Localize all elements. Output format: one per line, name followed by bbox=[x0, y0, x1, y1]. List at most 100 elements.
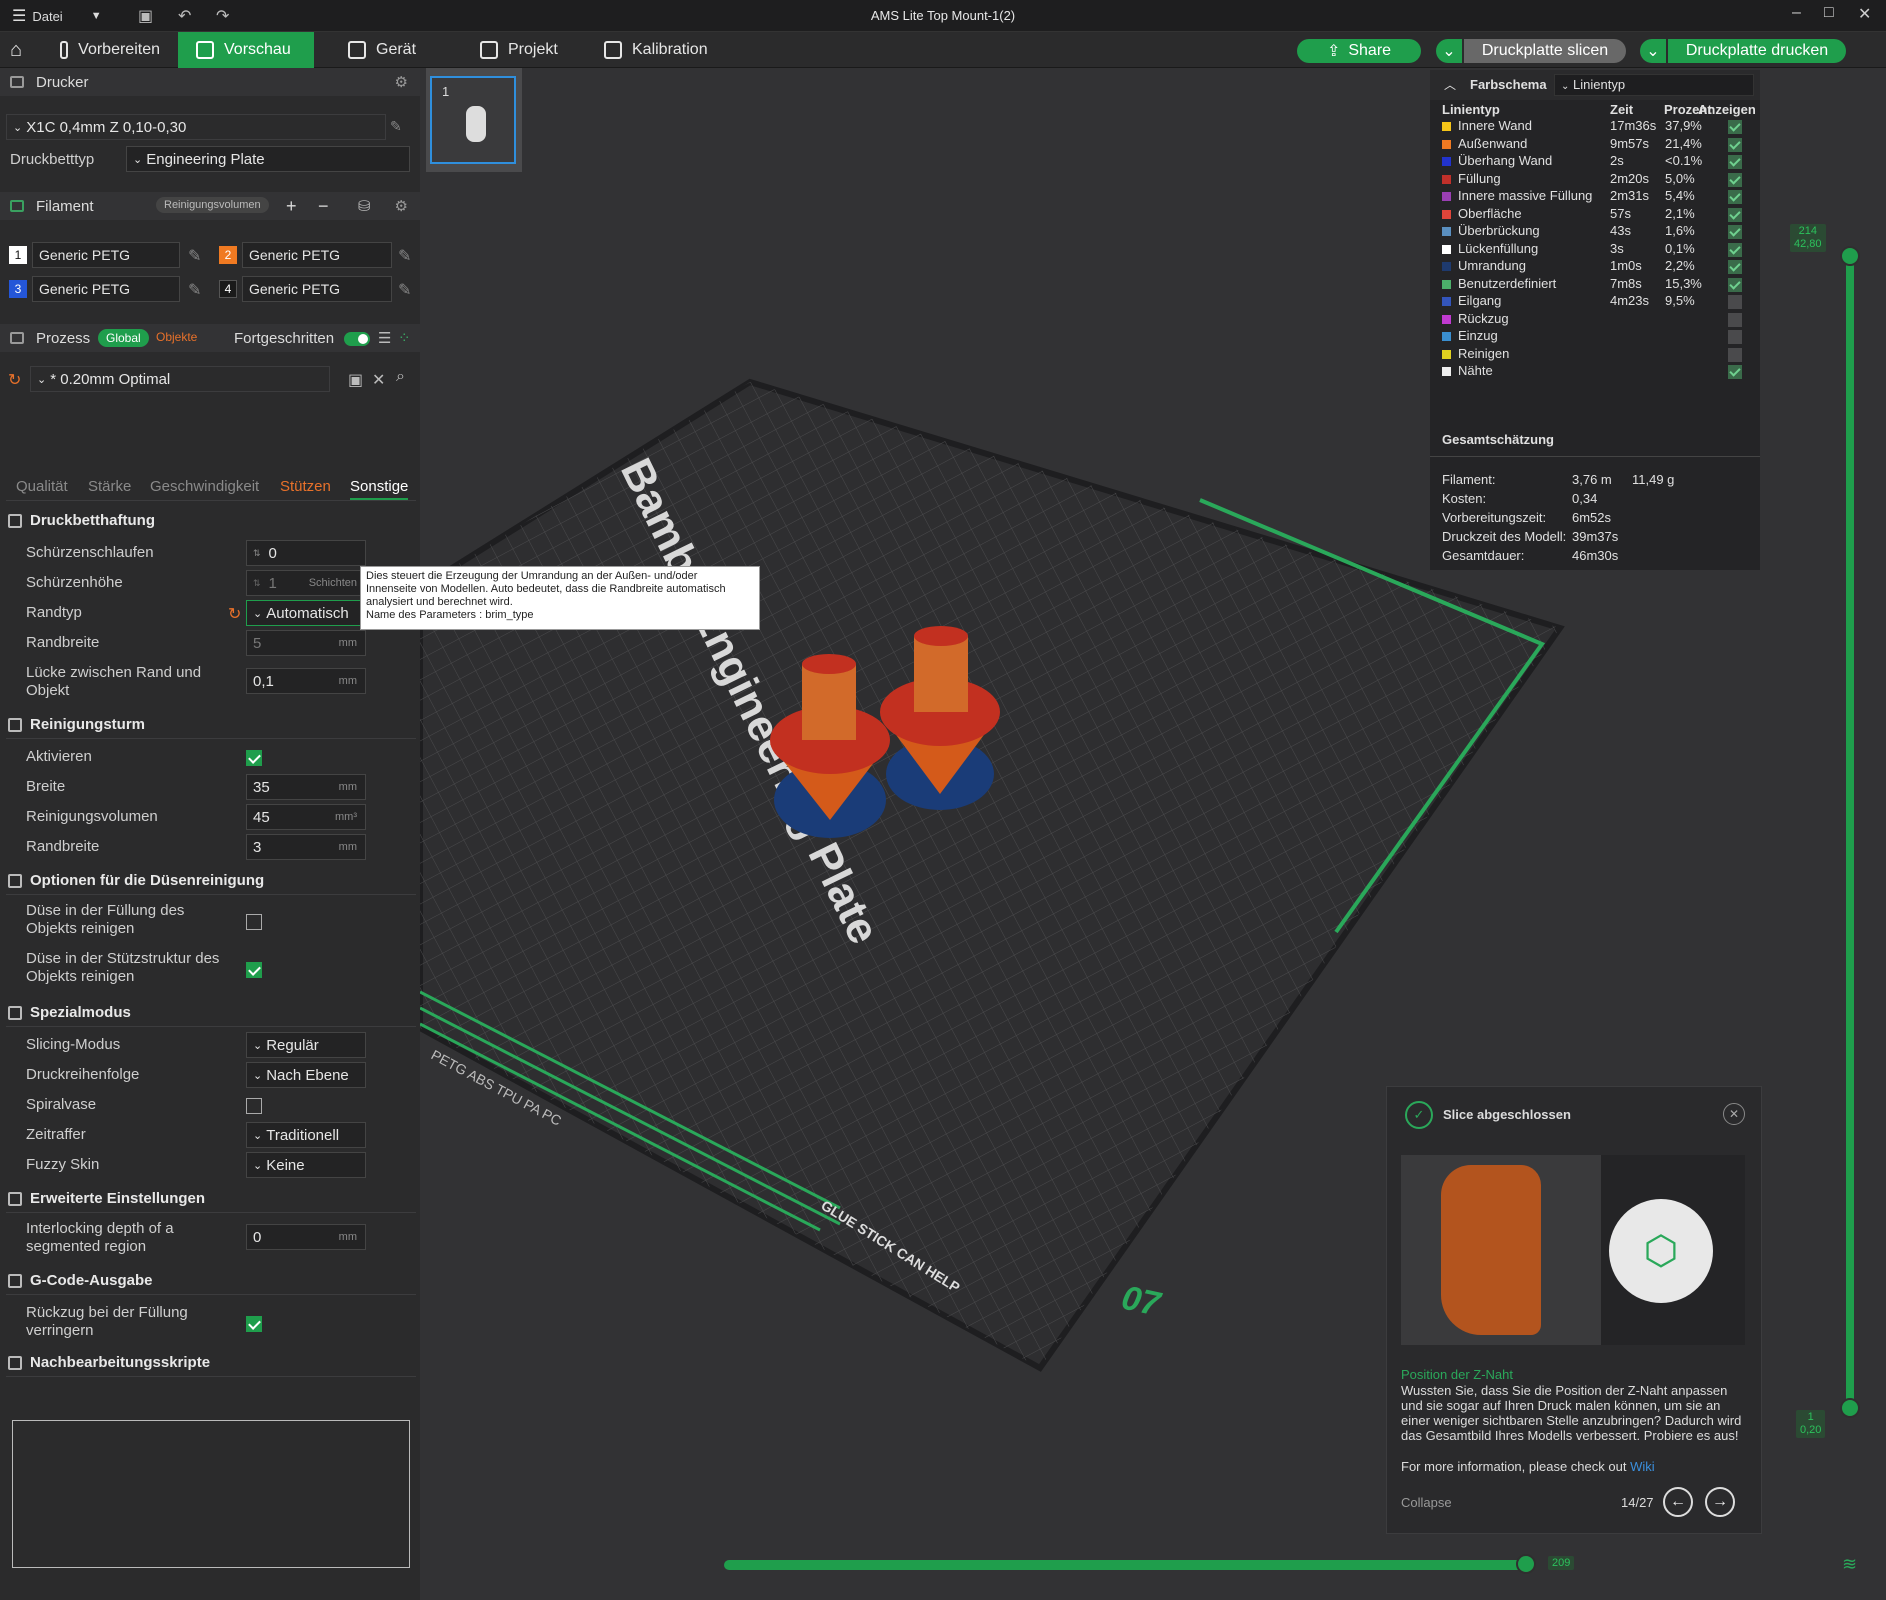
layers-icon[interactable]: ≋ bbox=[1842, 1554, 1857, 1575]
minimize-icon[interactable]: – bbox=[1792, 4, 1801, 22]
tab-others[interactable]: Sonstige bbox=[350, 478, 409, 500]
home-button[interactable]: ⌂ bbox=[0, 32, 42, 68]
legend-show-checkbox[interactable] bbox=[1728, 312, 1742, 327]
prime-volume-input[interactable]: 45 mm³ bbox=[246, 804, 366, 830]
legend-show-checkbox[interactable] bbox=[1728, 330, 1742, 344]
edit-filament-icon[interactable]: ✎ bbox=[188, 280, 201, 300]
layer-slider-track[interactable] bbox=[1846, 256, 1854, 1410]
reset-icon[interactable]: ↻ bbox=[228, 604, 241, 624]
interlock-input[interactable]: 0 mm bbox=[246, 1224, 366, 1250]
legend-show-checkbox[interactable] bbox=[1728, 347, 1742, 362]
tab-prepare[interactable]: Vorbereiten bbox=[42, 32, 178, 68]
advanced-toggle[interactable] bbox=[344, 332, 370, 346]
wiki-link[interactable]: Wiki bbox=[1630, 1459, 1655, 1474]
reduce-retract-checkbox[interactable] bbox=[246, 1316, 262, 1332]
legend-show-checkbox[interactable] bbox=[1728, 277, 1742, 292]
filament-slot-1[interactable]: Generic PETG bbox=[32, 242, 180, 268]
tab-device[interactable]: Gerät bbox=[330, 32, 450, 68]
process-compare-icon[interactable]: ⁘ bbox=[398, 329, 411, 347]
search-icon[interactable]: ⌕ bbox=[396, 368, 405, 386]
sync-filament-icon[interactable]: ⛁ bbox=[358, 197, 371, 215]
prime-width-input[interactable]: 35 mm bbox=[246, 774, 366, 800]
purge-volume-button[interactable]: Reinigungsvolumen bbox=[156, 197, 269, 213]
tab-calibration[interactable]: Kalibration bbox=[586, 32, 736, 68]
edit-filament-icon[interactable]: ✎ bbox=[398, 280, 411, 300]
collapse-link[interactable]: Collapse bbox=[1401, 1495, 1452, 1510]
print-dropdown[interactable]: ⌄ bbox=[1640, 39, 1666, 63]
share-button[interactable]: ⇪ Share bbox=[1297, 39, 1421, 63]
estimate-filament-weight: 11,49 g bbox=[1632, 472, 1675, 487]
collapse-legend-icon[interactable]: ︿ bbox=[1444, 76, 1456, 93]
bed-type-select[interactable]: ⌄ Engineering Plate bbox=[126, 146, 410, 172]
plate-thumbnail[interactable]: 1 bbox=[426, 68, 522, 172]
spinner-icon[interactable]: ⇅ bbox=[253, 578, 261, 589]
post-process-script-input[interactable] bbox=[12, 1420, 410, 1568]
slice-plate-button[interactable]: Druckplatte slicen bbox=[1464, 39, 1626, 63]
legend-show-checkbox[interactable] bbox=[1728, 137, 1742, 152]
tab-speed[interactable]: Geschwindigkeit bbox=[150, 478, 259, 495]
tab-support[interactable]: Stützen bbox=[280, 478, 331, 495]
legend-show-checkbox[interactable] bbox=[1728, 190, 1742, 204]
remove-filament-icon[interactable]: − bbox=[318, 196, 329, 217]
spiral-vase-checkbox[interactable] bbox=[246, 1098, 262, 1114]
filament-slot-4[interactable]: Generic PETG bbox=[242, 276, 392, 302]
prime-enable-checkbox[interactable] bbox=[246, 750, 262, 766]
legend-show-checkbox[interactable] bbox=[1728, 172, 1742, 187]
close-window-icon[interactable]: ✕ bbox=[1858, 4, 1871, 24]
legend-show-checkbox[interactable] bbox=[1728, 225, 1742, 239]
process-preset-select[interactable]: ⌄ * 0.20mm Optimal bbox=[30, 366, 330, 392]
tab-project[interactable]: Projekt bbox=[462, 32, 592, 68]
print-sequence-select[interactable]: ⌄ Nach Ebene bbox=[246, 1062, 366, 1088]
edit-filament-icon[interactable]: ✎ bbox=[398, 246, 411, 266]
close-notification-icon[interactable]: ✕ bbox=[1723, 1103, 1745, 1125]
legend-show-checkbox[interactable] bbox=[1728, 207, 1742, 222]
layer-slider-bottom-handle[interactable] bbox=[1840, 1398, 1860, 1418]
spinner-icon[interactable]: ⇅ bbox=[253, 548, 261, 559]
window-title: AMS Lite Top Mount-1(2) bbox=[870, 8, 1016, 23]
process-list-icon[interactable]: ☰ bbox=[378, 329, 391, 347]
tab-quality[interactable]: Qualität bbox=[16, 478, 68, 495]
flush-support-checkbox[interactable] bbox=[246, 962, 262, 978]
edit-printer-icon[interactable]: ✎ bbox=[390, 118, 402, 135]
layer-slider-top-handle[interactable] bbox=[1840, 246, 1860, 266]
section-title: Nachbearbeitungsskripte bbox=[30, 1354, 211, 1371]
legend-show-checkbox[interactable] bbox=[1728, 365, 1742, 379]
move-slider-handle[interactable] bbox=[1516, 1554, 1536, 1574]
filament-slot-3[interactable]: Generic PETG bbox=[32, 276, 180, 302]
slicing-mode-select[interactable]: ⌄ Regulär bbox=[246, 1032, 366, 1058]
previous-tip-icon[interactable]: ← bbox=[1663, 1487, 1693, 1517]
slice-dropdown[interactable]: ⌄ bbox=[1436, 39, 1462, 63]
printer-profile-select[interactable]: ⌄ X1C 0,4mm Z 0,10-0,30 bbox=[6, 114, 386, 140]
tab-strength[interactable]: Stärke bbox=[88, 478, 131, 495]
skirt-loops-input[interactable]: ⇅ 0 bbox=[246, 540, 366, 566]
edit-filament-icon[interactable]: ✎ bbox=[188, 246, 201, 266]
next-tip-icon[interactable]: → bbox=[1705, 1487, 1735, 1517]
skirt-height-input[interactable]: ⇅ 1 Schichten bbox=[246, 570, 366, 596]
flush-infill-checkbox[interactable] bbox=[246, 914, 262, 930]
save-preset-icon[interactable]: ▣ bbox=[348, 370, 363, 390]
tab-preview[interactable]: Vorschau bbox=[178, 32, 314, 68]
color-scheme-select[interactable]: ⌄ Linientyp bbox=[1554, 74, 1754, 96]
legend-show-checkbox[interactable] bbox=[1728, 155, 1742, 169]
global-toggle[interactable]: Global bbox=[98, 329, 149, 347]
prime-brim-input[interactable]: 3 mm bbox=[246, 834, 366, 860]
legend-show-checkbox[interactable] bbox=[1728, 242, 1742, 257]
legend-show-checkbox[interactable] bbox=[1728, 295, 1742, 309]
legend-show-checkbox[interactable] bbox=[1728, 120, 1742, 134]
reset-icon[interactable]: ↻ bbox=[8, 370, 21, 390]
move-slider-track[interactable] bbox=[724, 1560, 1534, 1570]
printer-settings-icon[interactable]: ⚙ bbox=[395, 73, 408, 91]
filament-slot-2[interactable]: Generic PETG bbox=[242, 242, 392, 268]
timelapse-select[interactable]: ⌄ Traditionell bbox=[246, 1122, 366, 1148]
brim-type-select[interactable]: ⌄ Automatisch bbox=[246, 600, 366, 626]
filament-settings-icon[interactable]: ⚙ bbox=[395, 197, 408, 215]
legend-show-checkbox[interactable] bbox=[1728, 260, 1742, 274]
add-filament-icon[interactable]: + bbox=[286, 196, 297, 217]
maximize-icon[interactable]: □ bbox=[1824, 4, 1834, 22]
print-plate-button[interactable]: Druckplatte drucken bbox=[1668, 39, 1846, 63]
close-preset-icon[interactable]: ✕ bbox=[372, 370, 385, 390]
fuzzy-skin-select[interactable]: ⌄ Keine bbox=[246, 1152, 366, 1178]
brim-width-input[interactable]: 5 mm bbox=[246, 630, 366, 656]
objects-toggle[interactable]: Objekte bbox=[156, 330, 197, 344]
brim-gap-input[interactable]: 0,1 mm bbox=[246, 668, 366, 694]
